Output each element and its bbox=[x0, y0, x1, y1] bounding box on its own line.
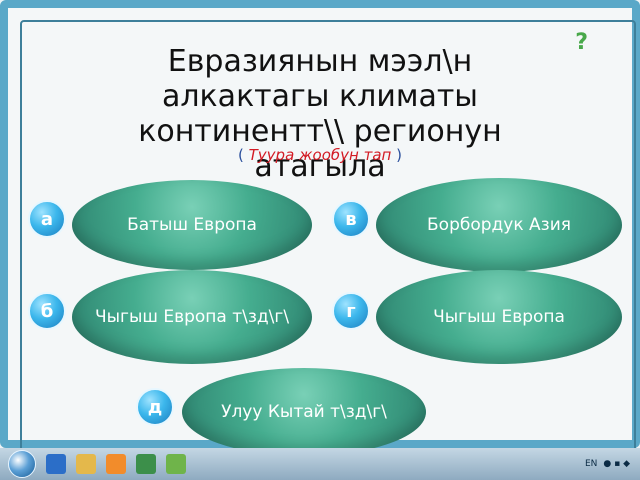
badge-letter: б bbox=[40, 300, 54, 322]
answer-badge-v: в bbox=[332, 200, 370, 238]
answer-option-g[interactable]: Чыгыш Европа bbox=[376, 270, 622, 364]
answer-badge-d: д bbox=[136, 388, 174, 426]
answer-label: Чыгыш Европа т\зд\г\ bbox=[94, 307, 290, 327]
ie-icon[interactable] bbox=[46, 454, 66, 474]
app-icon[interactable] bbox=[136, 454, 156, 474]
paren-open: ( bbox=[238, 146, 244, 164]
media-player-icon[interactable] bbox=[106, 454, 126, 474]
answer-badge-a: а bbox=[28, 200, 66, 238]
windows-start-icon[interactable] bbox=[8, 450, 36, 478]
question-hint: ( Туура жообун тап ) bbox=[0, 146, 640, 164]
answer-label: Борбордук Азия bbox=[427, 215, 571, 235]
answer-option-d[interactable]: Улуу Кытай т\зд\г\ bbox=[182, 368, 426, 456]
answer-option-b[interactable]: Чыгыш Европа т\зд\г\ bbox=[72, 270, 312, 364]
answer-badge-g: г bbox=[332, 292, 370, 330]
badge-letter: а bbox=[40, 208, 54, 230]
hint-text: Туура жообун тап bbox=[248, 146, 392, 164]
answer-option-v[interactable]: Борбордук Азия bbox=[376, 178, 622, 272]
badge-letter: д bbox=[147, 396, 163, 418]
answer-option-a[interactable]: Батыш Европа bbox=[72, 180, 312, 270]
taskbar: EN ● ▪ ◆ bbox=[0, 448, 640, 480]
folder-icon[interactable] bbox=[76, 454, 96, 474]
answer-badge-b: б bbox=[28, 292, 66, 330]
tool-icon[interactable] bbox=[166, 454, 186, 474]
answer-label: Чыгыш Европа bbox=[433, 307, 565, 327]
tray-icon: ● ▪ ◆ bbox=[603, 459, 630, 469]
answer-label: Улуу Кытай т\зд\г\ bbox=[221, 402, 387, 422]
paren-close: ) bbox=[396, 146, 402, 164]
badge-letter: в bbox=[345, 208, 357, 230]
language-indicator[interactable]: EN bbox=[585, 459, 597, 469]
answer-label: Батыш Европа bbox=[127, 215, 257, 235]
badge-letter: г bbox=[346, 300, 356, 322]
system-tray: EN ● ▪ ◆ bbox=[585, 459, 630, 469]
help-icon[interactable]: ? bbox=[575, 30, 588, 55]
